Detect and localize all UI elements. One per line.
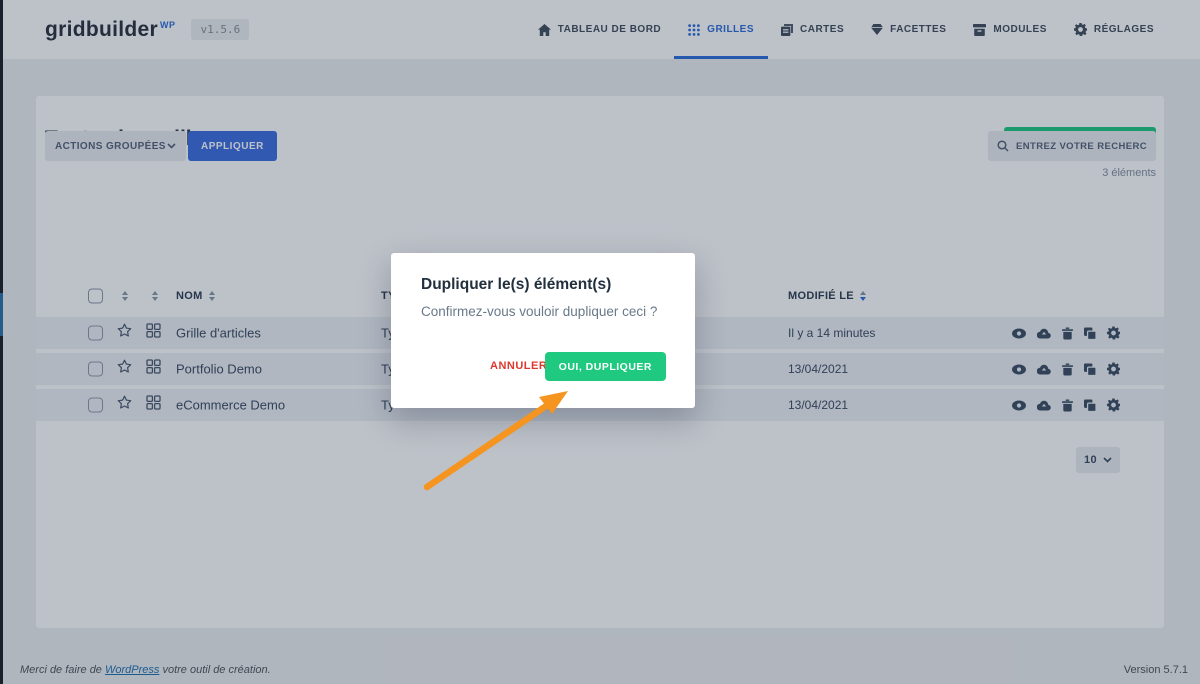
confirm-duplicate-button[interactable]: OUI, DUPLIQUER <box>545 352 666 381</box>
modal-title: Dupliquer le(s) élément(s) <box>421 276 611 294</box>
modal-message: Confirmez-vous vouloir dupliquer ceci ? <box>421 304 657 319</box>
duplicate-confirm-modal: Dupliquer le(s) élément(s) Confirmez-vou… <box>391 253 695 408</box>
cancel-button[interactable]: ANNULER <box>490 360 547 372</box>
gridbuilder-admin-page: gridbuilderWP v1.5.6 TABLEAU DE BORD GRI… <box>0 0 1200 684</box>
